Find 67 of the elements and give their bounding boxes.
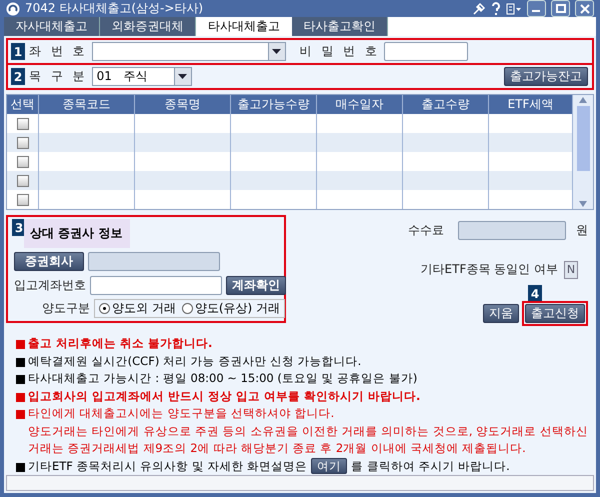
section-title: 상대 증권사 정보 xyxy=(24,219,130,248)
fee-label: 수수료 xyxy=(408,222,444,239)
clear-button[interactable]: 지움 xyxy=(483,304,519,323)
transfer-type-label: 양도구분 xyxy=(42,300,90,318)
password-label: 비 밀 번 호 xyxy=(300,43,380,60)
note-text: 타인에게 대체출고시에는 양도구분을 선택하셔야 합니다. xyxy=(28,405,336,422)
step-badge: 4 xyxy=(528,285,542,302)
row-checkbox[interactable] xyxy=(16,118,28,130)
etf-owner-label: 기타ETF종목 동일인 여부 xyxy=(420,261,558,278)
tab[interactable]: 외화증권대체 xyxy=(100,17,196,36)
column-header: 매수일자 xyxy=(317,95,403,114)
account-check-button[interactable]: 계좌확인 xyxy=(226,276,286,295)
column-header: 출고수량 xyxy=(403,95,489,114)
scroll-down-icon[interactable] xyxy=(579,201,587,207)
maximize-icon xyxy=(556,4,566,13)
currency-unit: 원 xyxy=(576,222,588,239)
caret-icon xyxy=(272,49,282,54)
etf-owner-value[interactable]: N xyxy=(564,260,578,278)
tab[interactable]: 타사출고확인 xyxy=(292,17,388,36)
note-text: 출고 처리후에는 취소 불가합니다. xyxy=(28,335,212,352)
row-checkbox[interactable] xyxy=(16,174,28,186)
caret-icon xyxy=(178,74,188,79)
broker-field[interactable] xyxy=(88,252,220,272)
minimize-button[interactable] xyxy=(527,0,546,17)
note-text: 양도거래는 타인에게 유상으로 주권 등의 소유권을 이전한 거래를 의미하는 것으로, 양도거래로 선택하신 xyxy=(28,422,588,440)
submit-button[interactable]: 출고신청 xyxy=(525,304,585,323)
row-checkbox[interactable] xyxy=(16,156,28,168)
column-header: 출고가능수량 xyxy=(231,95,317,114)
account-dropdown[interactable] xyxy=(92,42,286,61)
column-header: 종목명 xyxy=(135,95,231,114)
note-text: 거래는 증권거래세법 제9조의 2에 따라 해당분기 종료 후 2개월 이내에 국세청에 제출됩니다. xyxy=(28,440,527,457)
column-header: 종목코드 xyxy=(39,95,135,114)
tab[interactable]: 자사대체출고 xyxy=(4,17,100,36)
close-icon xyxy=(580,4,590,14)
type-dropdown[interactable]: 01 주식 xyxy=(92,67,192,86)
close-button[interactable] xyxy=(575,0,594,17)
menu-icon[interactable] xyxy=(506,2,522,14)
maximize-button[interactable] xyxy=(551,0,570,17)
window-title: 7042 타사대체출고(삼성->타사) xyxy=(25,0,204,17)
radio-option[interactable]: 양도(유상) 거래 xyxy=(182,300,280,318)
account-label: 좌 번 호 xyxy=(29,43,88,60)
row-checkbox[interactable] xyxy=(16,136,28,148)
scrollbar[interactable] xyxy=(573,95,593,209)
column-header: 선택 xyxy=(7,95,39,114)
scroll-up-icon[interactable] xyxy=(579,97,587,103)
type-value: 01 주식 xyxy=(96,68,148,85)
type-label: 목 구 분 xyxy=(29,68,88,85)
note-text: 예탁결제원 실시간(CCF) 처리 가능 증권사만 신청 가능합니다. xyxy=(28,352,362,370)
column-header: ETF세액 xyxy=(489,95,573,114)
pin-icon[interactable] xyxy=(472,2,486,16)
step-badge: 1 xyxy=(11,43,25,60)
fee-field[interactable] xyxy=(458,221,566,240)
help-icon[interactable] xyxy=(491,2,501,16)
radio-option[interactable]: 양도외 거래 xyxy=(99,300,176,318)
step-badge: 2 xyxy=(11,68,25,85)
row-checkbox[interactable] xyxy=(16,194,28,206)
note-text: 입고회사의 입고계좌에서 반드시 정상 입고 여부를 확인하시기 바랍니다. xyxy=(28,388,420,404)
balance-button[interactable]: 출고가능잔고 xyxy=(504,67,588,86)
scrollbar-thumb[interactable] xyxy=(576,106,590,171)
note-text: 기타ETF 종목처리시 유의사항 및 자세한 화면설명은 여기 를 클릭하여 주시기 바랍니다. xyxy=(28,458,510,475)
password-field[interactable] xyxy=(384,42,468,61)
deposit-account-label: 입고계좌번호 xyxy=(14,276,86,294)
here-link[interactable]: 여기 xyxy=(311,458,348,474)
deposit-account-field[interactable] xyxy=(90,276,222,295)
broker-button[interactable]: 증권회사 xyxy=(14,252,84,272)
app-logo-icon xyxy=(6,2,20,16)
note-text: 타사대체출고 가능시간 : 평일 08:00 ~ 15:00 (토요일 및 공휴일은 불가) xyxy=(28,370,418,387)
